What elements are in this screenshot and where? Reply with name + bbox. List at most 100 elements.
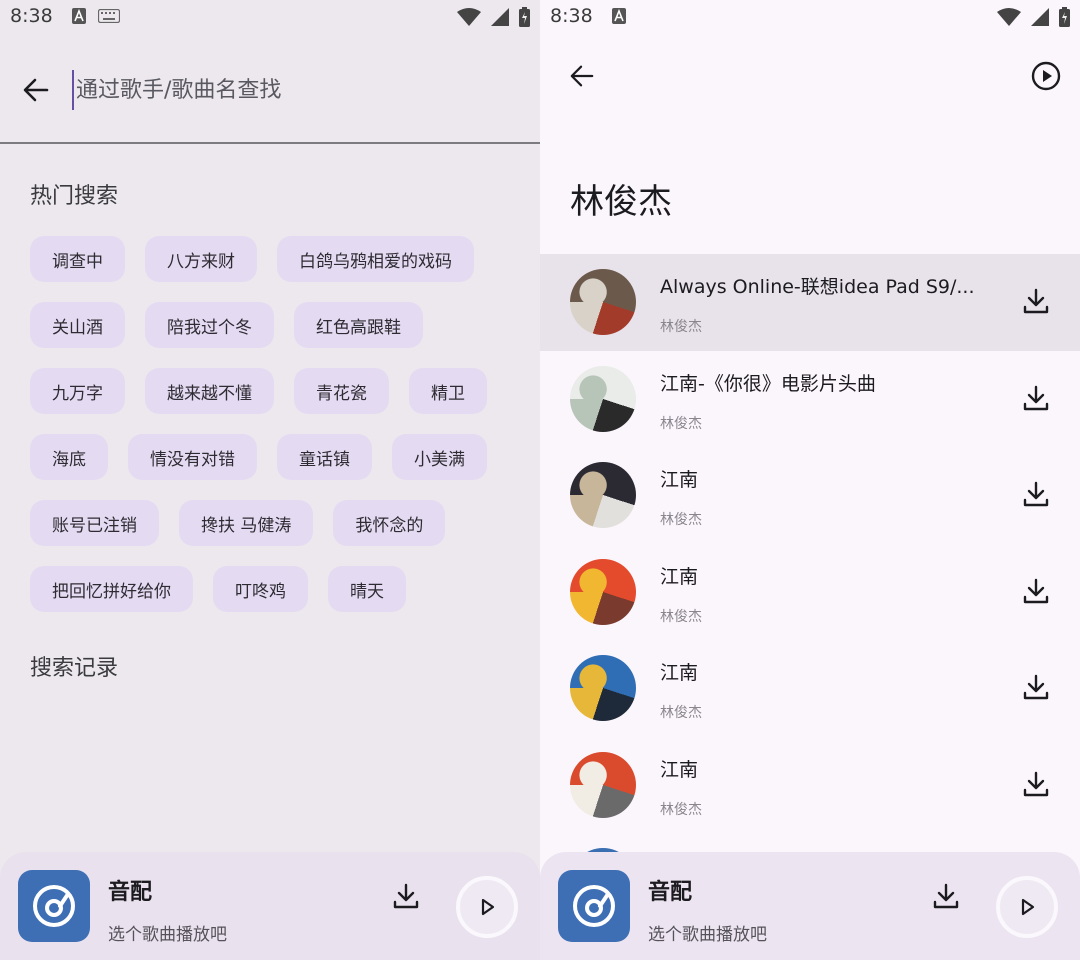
- status-bar: 8:38: [0, 0, 540, 34]
- hot-search-chip[interactable]: 账号已注销: [30, 500, 159, 546]
- player-title: 音配: [108, 880, 153, 905]
- song-download-button[interactable]: [1022, 287, 1050, 319]
- play-icon: [481, 898, 495, 916]
- status-notification-icons: [612, 8, 626, 24]
- search-screen: 8:38 热门搜索 调查中八方来财白鸽乌鸦相爱的戏码关山酒陪我过个冬红色高跟鞋九…: [0, 0, 540, 960]
- song-row[interactable]: [540, 833, 1080, 854]
- mini-player[interactable]: 音配 选个歌曲播放吧: [0, 852, 540, 960]
- song-artist: 林俊杰: [660, 415, 702, 432]
- album-cover: [570, 269, 636, 335]
- download-icon: [1023, 481, 1049, 507]
- signal-icon: [1031, 8, 1049, 26]
- song-download-button[interactable]: [1022, 673, 1050, 705]
- song-title: 江南: [660, 758, 699, 781]
- song-artist: 林俊杰: [660, 705, 702, 721]
- signal-icon: [491, 8, 509, 26]
- song-download-button[interactable]: [1022, 770, 1050, 802]
- album-cover: [570, 462, 636, 528]
- player-title: 音配: [648, 880, 693, 905]
- player-play-button[interactable]: [996, 876, 1058, 938]
- album-cover: [570, 365, 636, 432]
- song-row[interactable]: 江南 林俊杰: [540, 447, 1080, 544]
- play-circle-icon: [1031, 61, 1061, 91]
- hot-search-chip[interactable]: 红色高跟鞋: [294, 302, 423, 348]
- wifi-icon: [457, 8, 481, 26]
- app-root: 8:38 热门搜索 调查中八方来财白鸽乌鸦相爱的戏码关山酒陪我过个冬红色高跟鞋九…: [0, 0, 1080, 960]
- app-logo: [558, 870, 630, 942]
- battery-icon: [519, 7, 530, 27]
- song-row[interactable]: 江南 林俊杰: [540, 544, 1080, 641]
- song-artist: 林俊杰: [660, 608, 702, 625]
- play-all-button[interactable]: [1022, 52, 1070, 100]
- hot-search-chip[interactable]: 叮咚鸡: [213, 566, 308, 612]
- song-row[interactable]: 江南 林俊杰: [540, 737, 1080, 834]
- song-artist: 林俊杰: [660, 319, 702, 335]
- player-download-button[interactable]: [392, 882, 420, 914]
- hot-search-chip[interactable]: 搀扶 马健涛: [179, 500, 314, 546]
- hot-search-chip[interactable]: 小美满: [392, 434, 487, 480]
- song-download-button[interactable]: [1022, 480, 1050, 512]
- hot-search-chip[interactable]: 调查中: [30, 236, 125, 282]
- album-cover: [570, 751, 636, 818]
- player-download-button[interactable]: [932, 882, 960, 914]
- music-disc-icon: [33, 885, 75, 927]
- song-title: 江南: [660, 469, 699, 491]
- song-title: 江南: [660, 662, 699, 684]
- artist-header: 林俊杰: [540, 34, 1080, 254]
- song-title: 江南-《你很》电影片头曲: [660, 372, 876, 395]
- hot-search-chip[interactable]: 我怀念的: [333, 500, 446, 546]
- download-icon: [1023, 578, 1049, 603]
- song-list: Always Online-联想idea Pad S9/... 林俊杰 江南-《你很…: [540, 254, 1080, 854]
- song-row[interactable]: 江南-《你很》电影片头曲林俊杰: [540, 351, 1080, 448]
- player-subtitle: 选个歌曲播放吧: [648, 925, 767, 945]
- song-row[interactable]: 江南 林俊杰: [540, 640, 1080, 737]
- hot-search-chip[interactable]: 越来越不懂: [145, 368, 274, 414]
- download-icon: [933, 883, 959, 909]
- song-title: 江南: [660, 565, 699, 588]
- mini-player[interactable]: 音配 选个歌曲播放吧: [540, 852, 1080, 960]
- status-time: 8:38: [10, 5, 53, 27]
- arrow-left-icon: [23, 78, 49, 102]
- song-download-button[interactable]: [1022, 577, 1050, 609]
- player-subtitle: 选个歌曲播放吧: [108, 925, 227, 945]
- song-title: Always Online-联想idea Pad S9/...: [660, 276, 975, 298]
- hot-search-chip[interactable]: 白鸽乌鸦相爱的戏码: [277, 236, 474, 282]
- hot-search-chip[interactable]: 关山酒: [30, 302, 125, 348]
- artist-screen: 8:38 林俊杰 Always Online-联想idea Pad S9/...…: [540, 0, 1080, 960]
- status-bar: 8:38: [540, 0, 1080, 34]
- artist-name: 林俊杰: [570, 182, 672, 222]
- back-button[interactable]: [12, 66, 60, 114]
- wifi-icon: [997, 8, 1021, 26]
- battery-icon: [1059, 7, 1070, 27]
- status-system-icons: [457, 7, 530, 27]
- hot-search-chip[interactable]: 情没有对错: [128, 434, 257, 480]
- search-bar: [0, 50, 540, 144]
- search-history-title: 搜索记录: [30, 656, 119, 681]
- hot-search-chips: 调查中 八方来财 白鸽乌鸦相爱的戏码关山酒 陪我过个冬 红色高跟鞋九万字 越来越不懂 青花瓷…: [30, 236, 520, 612]
- search-input[interactable]: [72, 70, 512, 110]
- song-artist: 林俊杰: [660, 512, 702, 528]
- hot-search-chip[interactable]: 精卫: [409, 368, 487, 414]
- hot-search-title: 热门搜索: [30, 184, 119, 209]
- hot-search-chip[interactable]: 九万字: [30, 368, 125, 414]
- keyboard-icon: [98, 9, 120, 23]
- text-a-icon: [612, 8, 626, 24]
- status-time: 8:38: [550, 5, 593, 27]
- back-button[interactable]: [558, 52, 606, 100]
- download-icon: [1023, 385, 1049, 410]
- hot-search-chip[interactable]: 童话镇: [277, 434, 372, 480]
- player-play-button[interactable]: [456, 876, 518, 938]
- song-download-button[interactable]: [1022, 384, 1050, 416]
- play-icon: [1021, 898, 1035, 916]
- hot-search-chip[interactable]: 青花瓷: [294, 368, 389, 414]
- hot-search-chip[interactable]: 八方来财: [145, 236, 257, 282]
- hot-search-chip[interactable]: 把回忆拼好给你: [30, 566, 193, 612]
- music-disc-icon: [573, 885, 615, 927]
- hot-search-chip[interactable]: 海底: [30, 434, 108, 480]
- status-notification-icons: [72, 8, 120, 24]
- status-system-icons: [997, 7, 1070, 27]
- song-row[interactable]: Always Online-联想idea Pad S9/... 林俊杰: [540, 254, 1080, 351]
- hot-search-chip[interactable]: 陪我过个冬: [145, 302, 274, 348]
- hot-search-chip[interactable]: 晴天: [328, 566, 406, 612]
- text-a-icon: [72, 8, 86, 24]
